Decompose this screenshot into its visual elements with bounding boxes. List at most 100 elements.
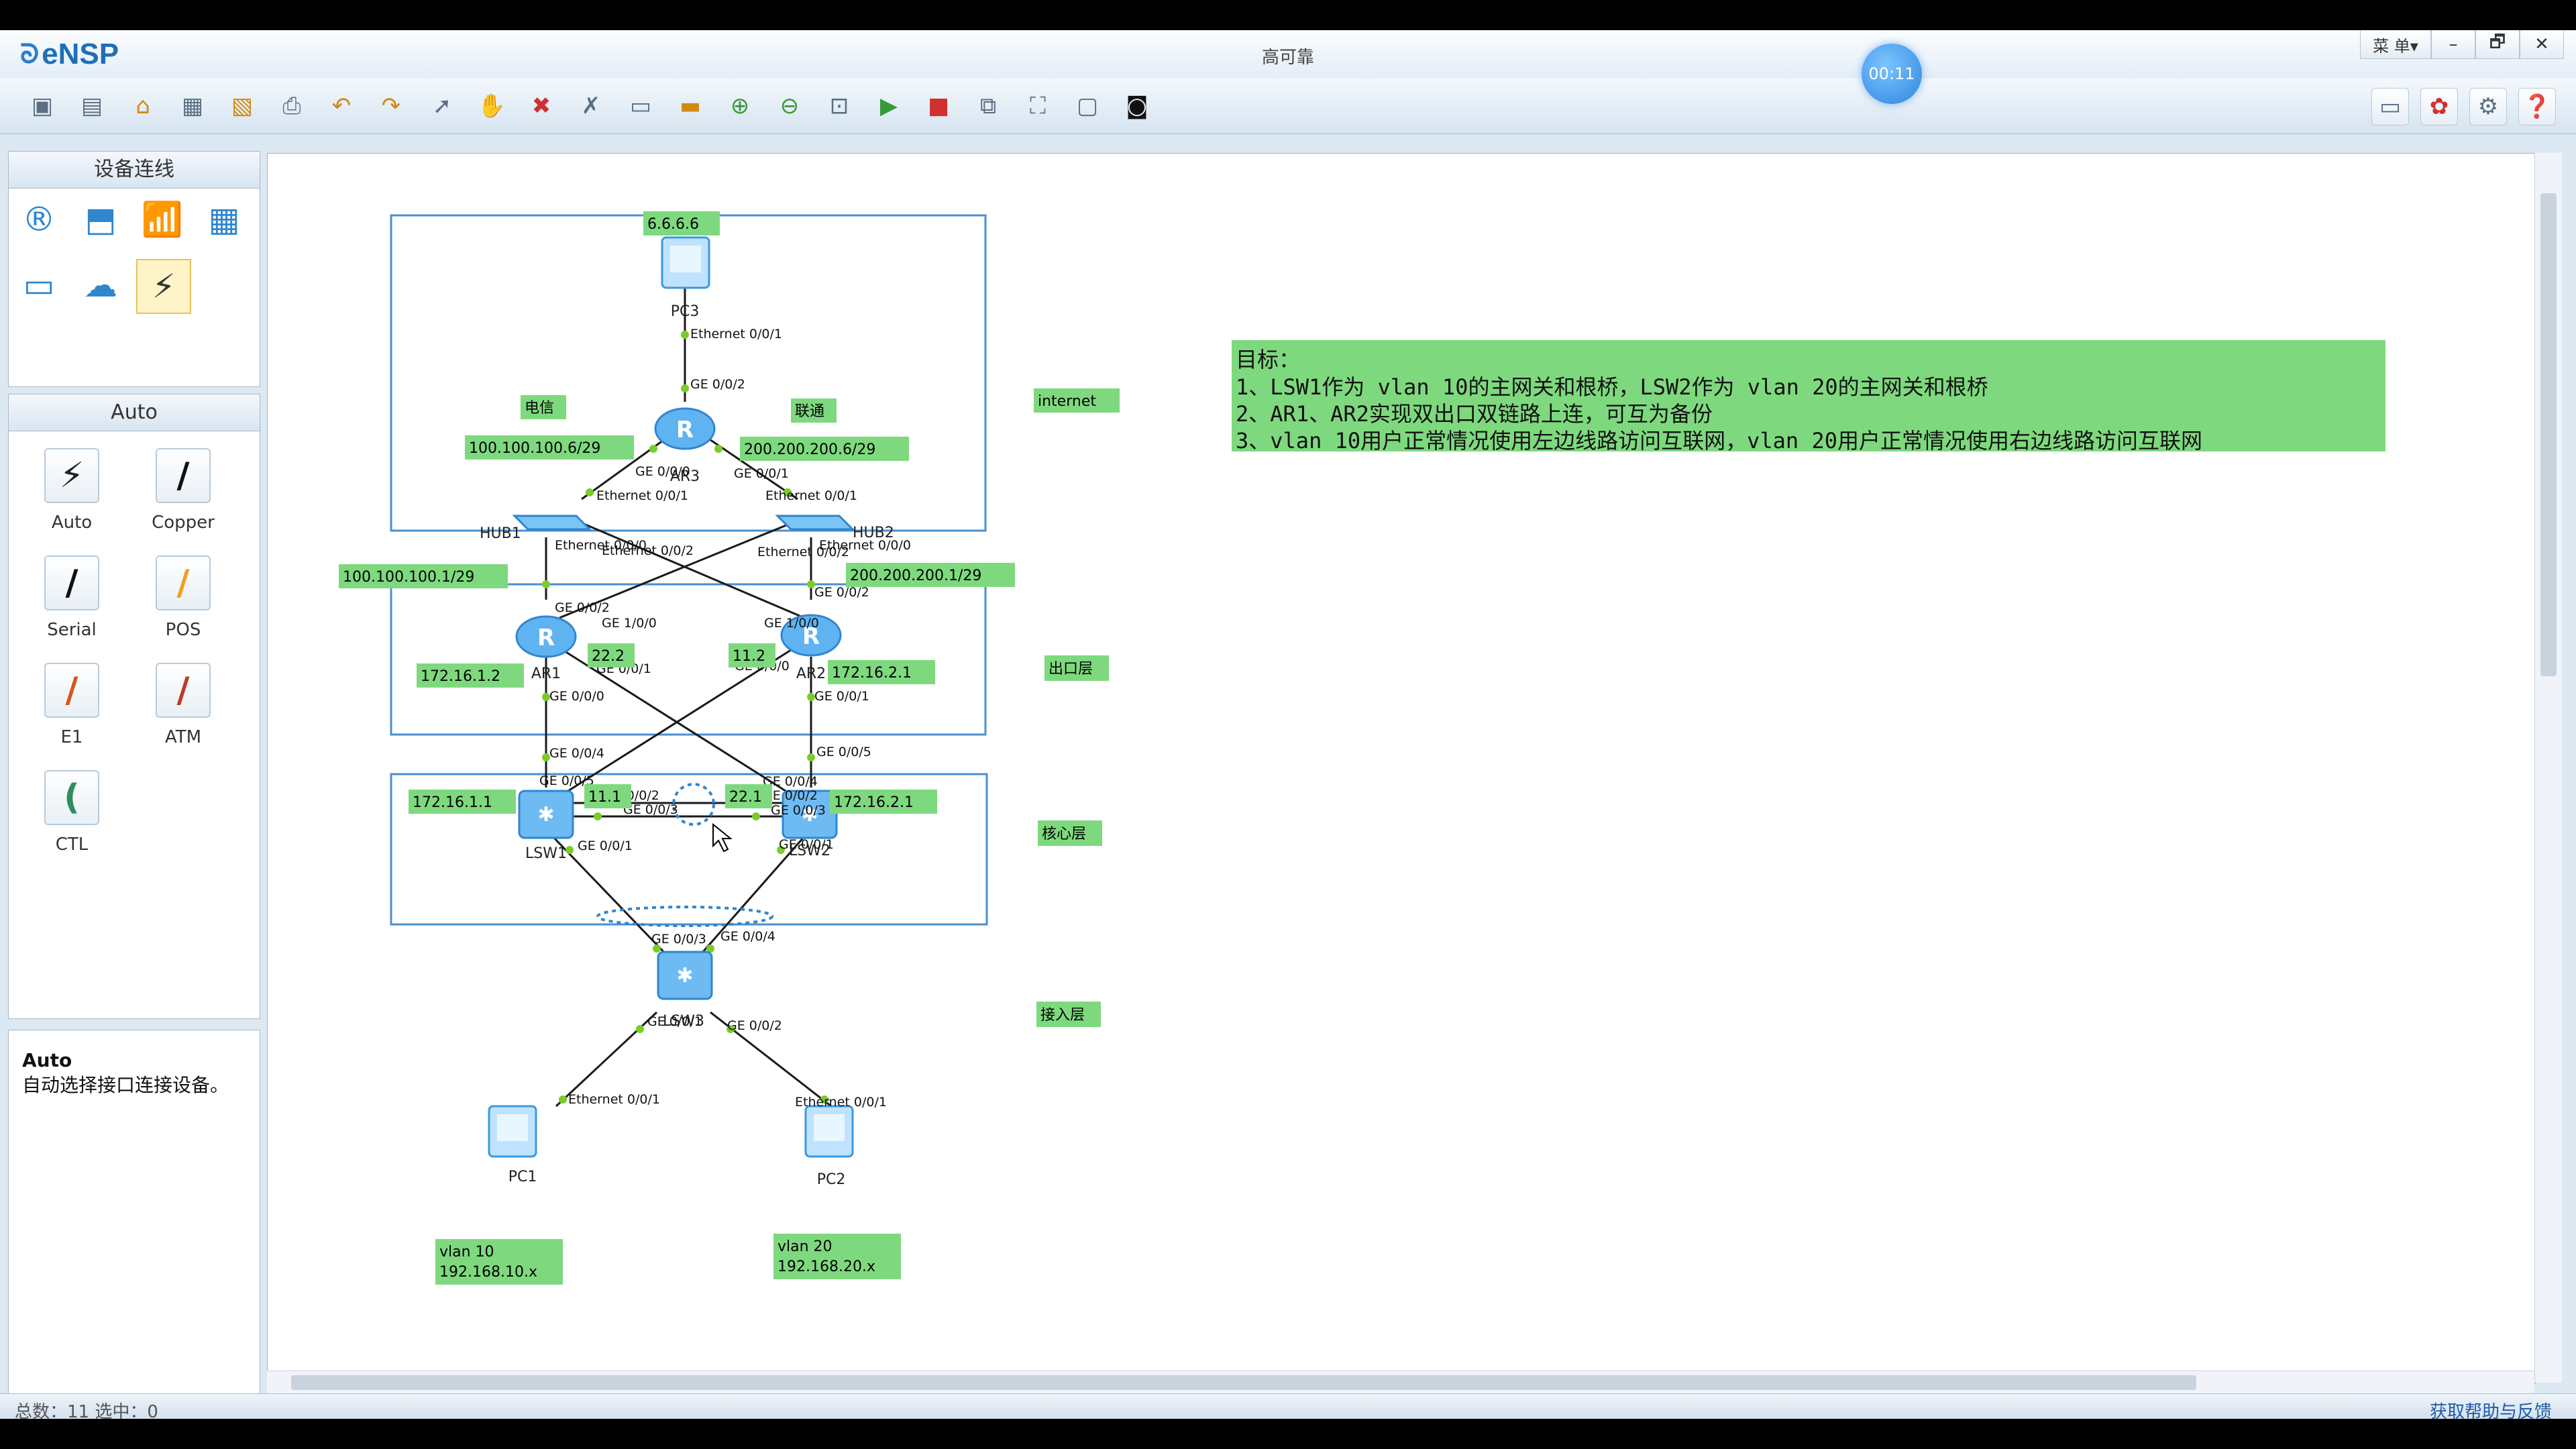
port-label: GE 0/0/3 (623, 802, 678, 817)
pc3-device[interactable]: PC3 (661, 236, 710, 320)
switch-glyph-icon: ✱ (537, 803, 554, 826)
firewall-icon[interactable]: ▦ (198, 193, 250, 246)
status-count: 总数：11 选中：0 (15, 1402, 158, 1419)
delete-link-icon[interactable]: ✗ (573, 88, 609, 124)
chat-icon[interactable]: ▭ (2371, 88, 2409, 125)
topology-icon[interactable]: ⛶ (1020, 88, 1056, 124)
minimize-button[interactable]: – (2431, 30, 2475, 59)
print-icon[interactable]: ⎙ (274, 88, 310, 124)
huawei-icon[interactable]: ✿ (2420, 88, 2458, 125)
pc3-screen (670, 246, 701, 272)
lsw1-cross-tag: 11.1 (588, 789, 621, 806)
save-icon[interactable]: ▦ (174, 88, 211, 124)
pc2-label: PC2 (817, 1171, 846, 1188)
port-label: GE 0/0/1 (779, 837, 834, 852)
topology-canvas[interactable]: PC3 R AR3 HUB1 HUB2 R AR1 R AR2 ✱ LSW1 ✱… (267, 153, 2536, 1384)
help-feedback-link[interactable]: 获取帮助与反馈 (2430, 1398, 2552, 1419)
cable-panel: Auto ⚡ Auto / Copper / Serial / POS / E1 (8, 394, 260, 1019)
port-label: Ethernet 0/0/1 (596, 488, 688, 503)
mouse-cursor-icon (712, 822, 733, 853)
core-layer-tag: 核心层 (1042, 826, 1086, 843)
vlan20-tag: vlan 20 (777, 1238, 833, 1255)
wireless-icon[interactable]: 📶 (136, 193, 189, 246)
pc2-device[interactable]: PC2 (804, 1105, 854, 1188)
pc2-screen (814, 1114, 845, 1141)
cable-serial[interactable]: / Serial (25, 555, 119, 656)
vlan10-tag: vlan 10 (439, 1244, 494, 1260)
cli-icon[interactable]: ◙ (1119, 88, 1155, 124)
text-icon[interactable]: ▭ (623, 88, 659, 124)
goals-note[interactable]: 目标： 1、LSW1作为 vlan 10的主网关和根桥，LSW2作为 vlan … (1232, 340, 2385, 453)
goals-line: 3、vlan 10用户正常情况使用左边线路访问互联网，vlan 20用户正常情况… (1236, 428, 2202, 453)
help-icon[interactable]: ❓ (2518, 88, 2556, 125)
pan-icon[interactable]: ✋ (474, 88, 510, 124)
open-icon[interactable]: ⌂ (125, 88, 161, 124)
copper-cable-icon: / (156, 448, 211, 503)
port-label: GE 0/0/1 (578, 839, 633, 853)
cable-copper[interactable]: / Copper (136, 448, 230, 549)
new-lab-icon[interactable]: ▤ (74, 88, 110, 124)
cable-e1[interactable]: / E1 (25, 663, 119, 763)
zoom-out-icon[interactable]: ⊖ (771, 88, 808, 124)
pc1-label: PC1 (508, 1169, 537, 1185)
zoom-in-icon[interactable]: ⊕ (722, 88, 758, 124)
info-title: Auto (22, 1049, 72, 1071)
router-glyph-icon: R (676, 417, 694, 443)
status-bar: 总数：11 选中：0 获取帮助与反馈 (0, 1393, 2576, 1419)
ar2-up-ip-tag: 200.200.200.1/29 (850, 568, 981, 584)
port-label: GE 0/0/1 (734, 466, 789, 481)
pc1-device[interactable]: PC1 (488, 1105, 537, 1185)
stop-icon[interactable]: ■ (920, 88, 957, 124)
switch-icon[interactable]: ⬒ (74, 193, 127, 246)
redo-icon[interactable]: ↷ (373, 88, 409, 124)
horizontal-scroll-thumb[interactable] (291, 1375, 2196, 1390)
pc-icon[interactable]: ▭ (13, 259, 65, 311)
recording-timer[interactable]: 00:11 (1862, 44, 1922, 104)
menu-button[interactable]: 菜 单▾ (2360, 30, 2431, 59)
ar1-up-ip-tag: 100.100.100.1/29 (343, 569, 474, 586)
close-button[interactable]: ✕ (2520, 30, 2564, 59)
save-as-icon[interactable]: ▧ (224, 88, 260, 124)
capture-icon[interactable]: ⧉ (970, 88, 1006, 124)
ensp-window: ᘐ eNSP 高可靠 菜 单▾ – 🗗 ✕ 00:11 ▣ ▤ ⌂ ▦ ▧ ⎙ … (0, 30, 2576, 1419)
vlan10-net-tag: 192.168.10.x (439, 1264, 537, 1281)
horizontal-scrollbar[interactable] (267, 1371, 2534, 1394)
port-label: GE 0/0/5 (816, 745, 871, 759)
vertical-scroll-thumb[interactable] (2540, 193, 2557, 676)
device-panel: 设备连线 ® ⬒ 📶 ▦ ▭ ☁ ⚡ (8, 151, 260, 387)
router-icon[interactable]: ® (13, 193, 65, 246)
ar3-right-ip-tag: 200.200.200.6/29 (744, 441, 875, 458)
cable-atm[interactable]: / ATM (136, 663, 230, 763)
cloud-icon[interactable]: ☁ (74, 259, 127, 311)
port-label: Ethernet 0/0/2 (602, 543, 694, 558)
delete-icon[interactable]: ✖ (523, 88, 559, 124)
port-label: Ethernet 0/0/1 (690, 327, 782, 341)
vertical-scrollbar[interactable] (2534, 153, 2562, 1383)
port-label: GE 0/0/4 (549, 746, 604, 761)
fit-icon[interactable]: ⊡ (821, 88, 857, 124)
cable-ctl[interactable]: ( CTL (25, 770, 119, 871)
palette-icon[interactable]: ▬ (672, 88, 708, 124)
start-icon[interactable]: ▶ (871, 88, 907, 124)
egress-zone (390, 583, 987, 736)
pos-cable-icon: / (156, 555, 211, 610)
cable-pos[interactable]: / POS (136, 555, 230, 656)
ar3-left-ip-tag: 100.100.100.6/29 (469, 440, 600, 457)
cable-auto[interactable]: ⚡ Auto (25, 448, 119, 549)
undo-icon[interactable]: ↶ (323, 88, 360, 124)
select-icon[interactable]: ➚ (424, 88, 460, 124)
restore-button[interactable]: 🗗 (2475, 30, 2520, 59)
green-tags: 6.6.6.6 电信 联通 100.100.100.6/29 200.200.2… (339, 211, 1120, 1285)
auto-cable-icon[interactable]: ⚡ (136, 259, 191, 314)
new-topology-icon[interactable]: ▣ (24, 88, 60, 124)
settings-icon[interactable]: ⚙ (2469, 88, 2507, 125)
port-label: GE 0/0/2 (727, 1018, 782, 1033)
cable-panel-title: Auto (9, 394, 260, 431)
cable-label: Copper (152, 513, 215, 533)
port-label: GE 0/0/1 (814, 689, 869, 704)
unicom-tag: 联通 (795, 403, 824, 420)
lsw1-device[interactable]: ✱ LSW1 (518, 790, 574, 862)
internet-tag: internet (1038, 393, 1096, 410)
ar1-device[interactable]: R AR1 (515, 615, 577, 682)
layout-icon[interactable]: ▢ (1069, 88, 1106, 124)
